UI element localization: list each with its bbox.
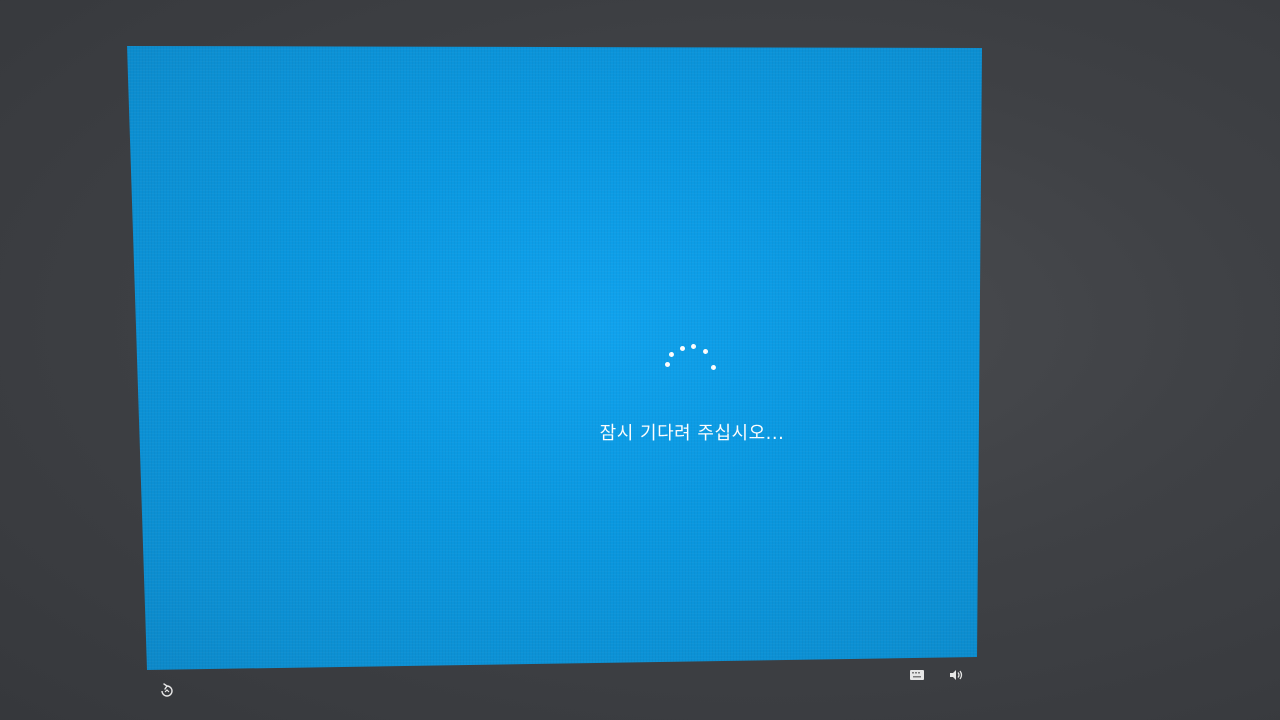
spinner-dot: [665, 362, 670, 367]
ease-of-access-icon[interactable]: [158, 682, 176, 698]
volume-icon[interactable]: [948, 668, 964, 682]
spinner-dot: [711, 365, 716, 370]
setup-screen: 잠시 기다려 주십시오...: [127, 46, 982, 670]
keyboard-icon[interactable]: [909, 669, 925, 681]
spinner-dot: [669, 352, 674, 357]
loading-spinner-icon: [660, 338, 720, 378]
spinner-dot: [691, 344, 696, 349]
spinner-dot: [703, 349, 708, 354]
spinner-dot: [680, 346, 685, 351]
